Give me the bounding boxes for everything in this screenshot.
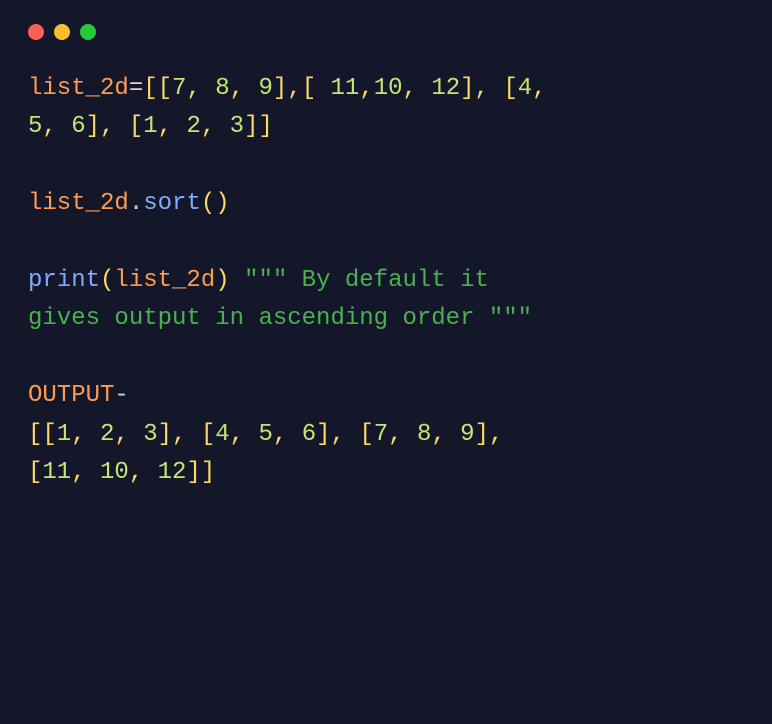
comma: , [230,75,259,102]
bracket: [ [28,459,42,486]
bracket: [[ [28,421,57,448]
code-line-11: [11, 10, 12]] [28,454,744,492]
operator: = [129,75,143,102]
number: 5 [258,421,272,448]
variable-name: list_2d [114,267,215,294]
code-line-4: list_2d.sort() [28,185,744,223]
code-line-9: OUTPUT- [28,377,744,415]
number: 5 [28,113,42,140]
number: 3 [143,421,157,448]
comma: , [230,421,259,448]
code-line-6: print(list_2d) """ By default it [28,262,744,300]
number: 8 [215,75,229,102]
number: 12 [158,459,187,486]
window-controls [0,0,772,40]
bracket: ], [475,421,518,448]
code-line-3 [28,147,744,185]
bracket: ]] [244,113,273,140]
number: 9 [258,75,272,102]
number: 7 [374,421,388,448]
variable-name: list_2d [28,190,129,217]
number: 3 [230,113,244,140]
maximize-icon[interactable] [80,24,96,40]
number: 7 [172,75,186,102]
number: 4 [518,75,532,102]
docstring: gives output in ascending order """ [28,305,532,332]
comma: , [186,75,215,102]
bracket: ], [ [158,421,216,448]
number: 4 [215,421,229,448]
code-line-7: gives output in ascending order """ [28,300,744,338]
bracket: [[ [143,75,172,102]
bracket: ]] [186,459,215,486]
bracket: ], [ [316,421,374,448]
number: 2 [186,113,200,140]
bracket: ], [ [460,75,518,102]
parentheses: () [201,190,230,217]
paren-close: ) [215,267,229,294]
minimize-icon[interactable] [54,24,70,40]
code-line-2: 5, 6], [1, 2, 3]] [28,108,744,146]
number: 10 [374,75,403,102]
code-line-1: list_2d=[[7, 8, 9],[ 11,10, 12], [4, [28,70,744,108]
number: 2 [100,421,114,448]
code-line-8 [28,339,744,377]
number: 6 [302,421,316,448]
number: 6 [71,113,85,140]
comma: , [129,459,158,486]
space [230,267,244,294]
comma: , [388,421,417,448]
comma: , [359,75,373,102]
comma: , [71,421,100,448]
comma: , [201,113,230,140]
number: 9 [460,421,474,448]
comma: , [532,75,561,102]
comma: , [431,421,460,448]
number: 11 [42,459,71,486]
bracket: ], [ [86,113,144,140]
number: 8 [417,421,431,448]
paren-open: ( [100,267,114,294]
code-editor: list_2d=[[7, 8, 9],[ 11,10, 12], [4, 5, … [0,40,772,492]
function-name: print [28,267,100,294]
close-icon[interactable] [28,24,44,40]
number: 1 [143,113,157,140]
bracket: ],[ [273,75,331,102]
code-line-10: [[1, 2, 3], [4, 5, 6], [7, 8, 9], [28,416,744,454]
number: 11 [331,75,360,102]
dash: - [114,382,128,409]
number: 10 [100,459,129,486]
comma: , [273,421,302,448]
docstring: """ By default it [244,267,503,294]
method-name: sort [143,190,201,217]
comma: , [403,75,432,102]
comma: , [71,459,100,486]
comma: , [42,113,71,140]
comma: , [158,113,187,140]
variable-name: list_2d [28,75,129,102]
number: 1 [57,421,71,448]
output-label: OUTPUT [28,382,114,409]
comma: , [114,421,143,448]
code-line-5 [28,224,744,262]
dot: . [129,190,143,217]
number: 12 [431,75,460,102]
